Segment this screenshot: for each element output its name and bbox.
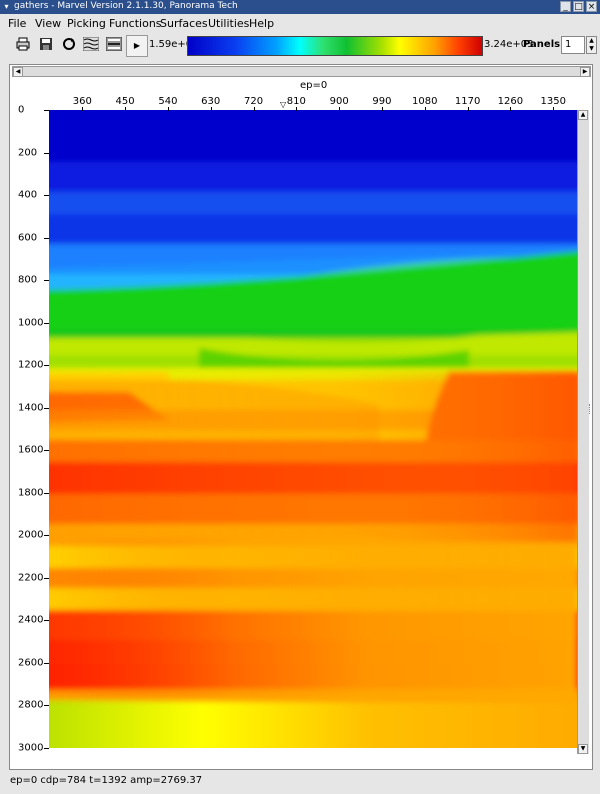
y-tick-mark — [44, 322, 49, 324]
x-tick-mark — [253, 107, 255, 111]
x-tick-mark — [339, 107, 341, 111]
y-tick-label: 1200 — [18, 359, 44, 371]
velocity-heatmap[interactable] — [49, 110, 577, 748]
menu-help[interactable]: Help — [249, 17, 274, 30]
x-tick-mark — [210, 107, 212, 111]
y-tick-label: 2600 — [18, 657, 44, 669]
scroll-down-icon[interactable]: ▼ — [578, 744, 588, 754]
y-tick-mark — [44, 748, 49, 749]
window-menu-icon[interactable]: ▾ — [2, 2, 11, 11]
x-tick-label: 1080 — [412, 96, 438, 107]
y-tick-label: 200 — [18, 147, 38, 159]
y-tick-label: 600 — [18, 232, 38, 244]
menu-functions[interactable]: Functions — [109, 17, 162, 30]
x-tick-label: 450 — [115, 96, 135, 107]
y-tick-mark — [44, 195, 49, 197]
y-tick-label: 1000 — [18, 317, 44, 329]
menu-picking[interactable]: Picking — [67, 17, 106, 30]
left-resize-grip[interactable] — [9, 404, 13, 414]
y-tick-mark — [44, 705, 49, 707]
scroll-left-icon[interactable]: ◀ — [13, 67, 23, 77]
title-bar: ▾ gathers - Marvel Version 2.1.1.30, Pan… — [0, 0, 600, 14]
scroll-right-icon[interactable]: ▶ — [580, 67, 590, 77]
y-tick-mark — [44, 152, 49, 154]
x-tick-mark — [82, 107, 84, 111]
menu-bar: File View Picking Functions Surfaces Uti… — [0, 15, 600, 33]
close-icon[interactable]: × — [586, 1, 597, 12]
y-tick-mark — [44, 662, 49, 664]
x-tick-mark — [296, 107, 298, 111]
x-tick-mark — [467, 107, 469, 111]
x-tick-mark — [381, 107, 383, 111]
y-tick-label: 1600 — [18, 444, 44, 456]
print-icon[interactable] — [14, 37, 32, 55]
x-tick-mark — [424, 107, 426, 111]
x-tick-mark — [510, 107, 512, 111]
minimize-icon[interactable]: _ — [560, 1, 571, 12]
y-tick-label: 1800 — [18, 487, 44, 499]
refresh-icon[interactable] — [60, 37, 78, 55]
wiggle-display-icon[interactable] — [82, 36, 100, 55]
y-tick-label: 3000 — [18, 742, 44, 754]
x-tick-label: 990 — [372, 96, 392, 107]
x-tick-label: 1170 — [454, 96, 481, 107]
y-tick-label: 1400 — [18, 402, 44, 414]
y-tick-label: 2200 — [18, 572, 44, 584]
menu-view[interactable]: View — [35, 17, 61, 30]
y-tick-mark — [44, 365, 49, 367]
status-bar: ep=0 cdp=784 t=1392 amp=2769.37 — [10, 775, 203, 786]
x-tick-label: 1260 — [497, 96, 524, 107]
horizontal-scrollbar[interactable]: ◀ ▶ — [12, 66, 591, 77]
x-tick-label: 900 — [329, 96, 349, 107]
x-tick-label: 360 — [72, 96, 92, 107]
panel-title: ep=0 — [300, 80, 328, 91]
save-icon[interactable] — [37, 37, 55, 55]
maximize-icon[interactable]: □ — [573, 1, 584, 12]
panels-input[interactable]: 1 — [561, 36, 585, 54]
y-tick-mark — [44, 450, 49, 452]
x-tick-mark — [125, 107, 127, 111]
y-tick-mark — [44, 577, 49, 579]
y-tick-mark — [44, 535, 49, 537]
x-tick-mark — [553, 107, 555, 111]
panels-spinner-icon[interactable]: ▲ ▼ — [586, 36, 597, 54]
vertical-scrollbar[interactable]: ▲ ▼ — [577, 110, 589, 754]
panels-label: Panels: — [523, 39, 565, 50]
menu-utilities[interactable]: Utilities — [208, 17, 249, 30]
y-tick-label: 2800 — [18, 699, 44, 711]
y-tick-mark — [44, 620, 49, 622]
cursor-marker-icon: ▽ — [279, 100, 287, 109]
y-tick-mark — [44, 237, 49, 239]
x-tick-label: 720 — [243, 96, 264, 107]
y-tick-mark — [44, 492, 49, 494]
y-tick-label: 2000 — [18, 529, 44, 541]
x-tick-label: 1350 — [540, 96, 566, 107]
y-tick-mark — [44, 110, 49, 111]
density-display-icon[interactable] — [105, 36, 123, 55]
y-tick-label: 0 — [18, 104, 25, 116]
x-tick-label: 810 — [286, 96, 306, 107]
x-tick-label: 540 — [158, 96, 178, 107]
scroll-up-icon[interactable]: ▲ — [578, 110, 588, 120]
y-tick-mark — [44, 280, 49, 282]
menu-file[interactable]: File — [8, 17, 26, 30]
toolbar: ▶ 1.59e+03 3.24e+03 Panels: 1 ▲ ▼ — [0, 33, 600, 61]
window-title: gathers - Marvel Version 2.1.1.30, Panor… — [14, 1, 238, 11]
y-tick-label: 800 — [18, 274, 38, 286]
y-tick-label: 400 — [18, 189, 38, 201]
y-tick-label: 2400 — [18, 614, 44, 626]
right-resize-grip[interactable] — [589, 404, 593, 414]
color-scale-bar[interactable] — [187, 36, 483, 56]
x-tick-label: 630 — [201, 96, 221, 107]
menu-surfaces[interactable]: Surfaces — [160, 17, 208, 30]
play-icon[interactable]: ▶ — [126, 35, 148, 57]
y-tick-mark — [44, 407, 49, 409]
x-tick-mark — [167, 107, 169, 111]
